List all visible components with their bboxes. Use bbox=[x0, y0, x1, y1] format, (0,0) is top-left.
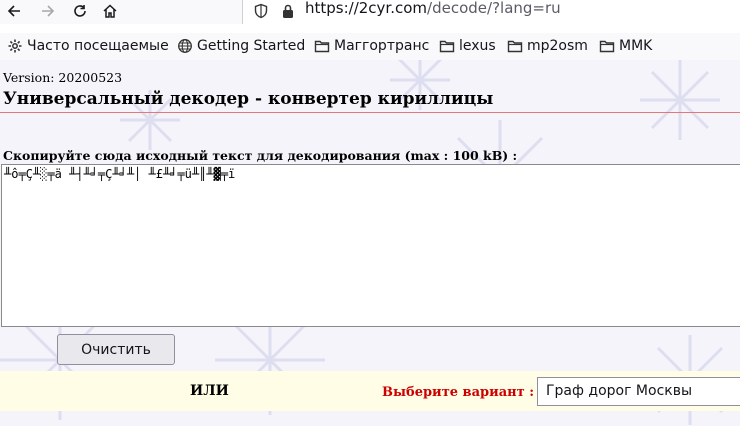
home-button[interactable] bbox=[98, 0, 122, 22]
or-label: ИЛИ bbox=[190, 383, 229, 399]
bookmarks-toolbar: Часто посещаемые Getting Started Маггорт… bbox=[0, 33, 740, 60]
bookmark-label: Getting Started bbox=[197, 38, 306, 54]
bookmark-folder-maggortrans[interactable]: Маггортранс bbox=[314, 36, 429, 56]
bookmark-label: lexus bbox=[459, 38, 496, 54]
choose-variant-label: Выберите вариант : bbox=[382, 385, 535, 400]
page-title: Универсальный декодер - конвертер кирилл… bbox=[3, 89, 494, 109]
reload-icon bbox=[72, 3, 88, 19]
bookmark-label: Маггортранс bbox=[334, 38, 430, 54]
title-divider bbox=[0, 112, 740, 113]
clear-button[interactable]: Очистить bbox=[57, 334, 175, 365]
folder-icon bbox=[314, 38, 330, 54]
variant-select[interactable]: Граф дорог Москвы bbox=[537, 377, 740, 406]
address-bar[interactable]: https://2cyr.com/decode/?lang=ru bbox=[242, 0, 740, 24]
reload-button[interactable] bbox=[68, 0, 92, 22]
web-page: Version: 20200523 Универсальный декодер … bbox=[0, 60, 740, 426]
browser-window: https://2cyr.com/decode/?lang=ru Часто п… bbox=[0, 0, 740, 426]
gear-icon bbox=[7, 38, 23, 54]
source-text-area[interactable]: ╨ô╤Ç╨░╤ä ╨┤╨╛╤Ç╨╛╨│ ╨£╨╛╤ü╨║╨▓╤ï bbox=[1, 164, 740, 327]
folder-icon bbox=[507, 38, 523, 54]
bookmark-getting-started[interactable]: Getting Started bbox=[177, 36, 305, 56]
url-text[interactable]: https://2cyr.com/decode/?lang=ru bbox=[305, 0, 561, 17]
url-path: /decode/?lang=ru bbox=[427, 0, 561, 17]
folder-icon bbox=[439, 38, 455, 54]
url-host: https://2cyr.com bbox=[305, 0, 428, 17]
bookmark-label: MMK bbox=[619, 38, 653, 54]
forward-button[interactable] bbox=[36, 0, 60, 22]
back-arrow-icon bbox=[6, 3, 22, 19]
home-icon bbox=[102, 3, 118, 19]
version-text: Version: 20200523 bbox=[3, 70, 123, 85]
bookmark-most-visited[interactable]: Часто посещаемые bbox=[7, 36, 169, 56]
bookmark-folder-mp2osm[interactable]: mp2osm bbox=[507, 36, 588, 56]
forward-arrow-icon bbox=[40, 3, 56, 19]
shield-icon[interactable] bbox=[253, 3, 269, 23]
source-text-label: Скопируйте сюда исходный текст для декод… bbox=[3, 148, 518, 163]
lock-icon[interactable] bbox=[281, 3, 295, 23]
navigation-toolbar: https://2cyr.com/decode/?lang=ru bbox=[0, 0, 740, 24]
bookmark-folder-lexus[interactable]: lexus bbox=[439, 36, 496, 56]
globe-icon bbox=[177, 38, 193, 54]
folder-icon bbox=[599, 38, 615, 54]
bookmark-label: Часто посещаемые bbox=[27, 38, 169, 54]
variant-row: ИЛИ Выберите вариант : Граф дорог Москвы bbox=[0, 371, 740, 411]
bookmark-folder-mmk[interactable]: MMK bbox=[599, 36, 652, 56]
bookmark-label: mp2osm bbox=[527, 38, 588, 54]
back-button[interactable] bbox=[2, 0, 26, 22]
